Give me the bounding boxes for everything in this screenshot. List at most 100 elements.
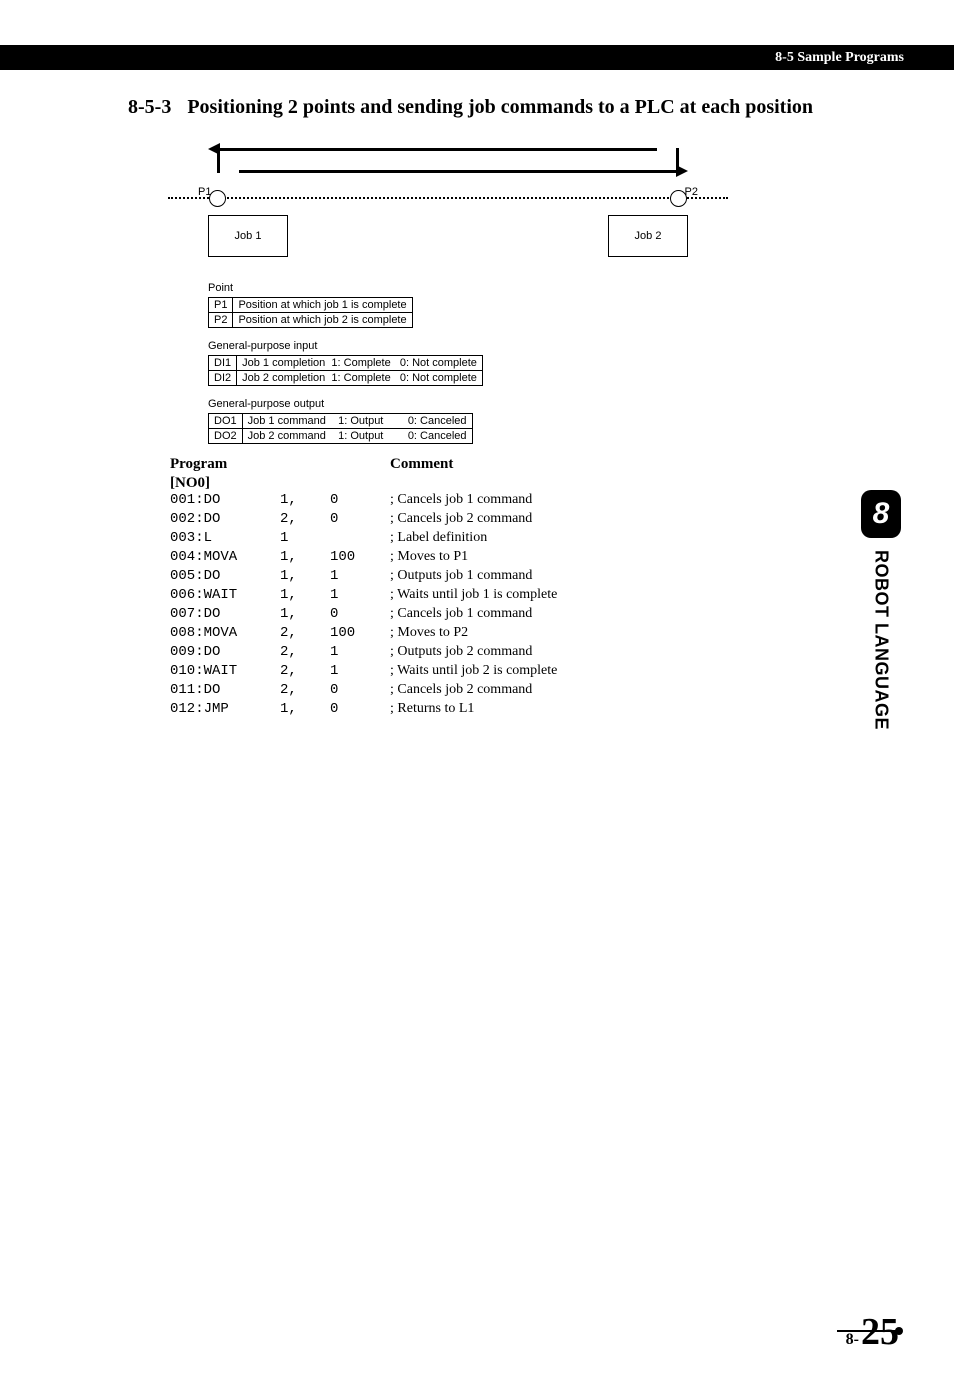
cell: Job 2 command 1: Output 0: Canceled: [242, 429, 472, 444]
section-title: 8-5-3 Positioning 2 points and sending j…: [128, 95, 889, 120]
code-arg2: 0: [330, 492, 390, 508]
code-arg1: 1,: [280, 549, 330, 565]
code-arg2: 1: [330, 663, 390, 679]
code-instr: 011:DO: [170, 682, 280, 698]
code-arg1: 2,: [280, 682, 330, 698]
code-row: 009:DO2,1; Outputs job 2 command: [170, 644, 889, 663]
code-instr: 010:WAIT: [170, 663, 280, 679]
code-arg2: 1: [330, 568, 390, 584]
code-arg1: 2,: [280, 625, 330, 641]
code-arg1: 1,: [280, 587, 330, 603]
code-arg1: 1: [280, 530, 330, 546]
code-row: 007:DO1,0; Cancels job 1 command: [170, 606, 889, 625]
code-arg2: 1: [330, 587, 390, 603]
side-tab: 8 ROBOT LANGUAGE: [860, 490, 902, 730]
content: 8-5-3 Positioning 2 points and sending j…: [0, 70, 954, 720]
code-row: 006:WAIT1,1; Waits until job 1 is comple…: [170, 587, 889, 606]
code-row: 012:JMP1,0; Returns to L1: [170, 701, 889, 720]
code-comment: ; Cancels job 2 command: [390, 682, 532, 698]
code-row: 010:WAIT2,1; Waits until job 2 is comple…: [170, 663, 889, 682]
code-row: 008:MOVA2,100; Moves to P2: [170, 625, 889, 644]
code-arg2: 0: [330, 511, 390, 527]
code-row: 001:DO1,0; Cancels job 1 command: [170, 492, 889, 511]
cell: P2: [209, 313, 233, 328]
code-comment: ; Outputs job 1 command: [390, 568, 532, 584]
code-instr: 005:DO: [170, 568, 280, 584]
cell: DI1: [209, 356, 237, 371]
chapter-number-tab: 8: [861, 490, 901, 538]
code-row: 005:DO1,1; Outputs job 1 command: [170, 568, 889, 587]
code-arg1: 2,: [280, 644, 330, 660]
code-listing: 001:DO1,0; Cancels job 1 command002:DO2,…: [170, 492, 889, 720]
cell: Job 1 command 1: Output 0: Canceled: [242, 414, 472, 429]
cell: Position at which job 1 is complete: [233, 298, 412, 313]
input-title: General-purpose input: [208, 340, 889, 352]
code-arg1: 2,: [280, 663, 330, 679]
program-header: Program: [170, 456, 390, 473]
program-label: [NO0]: [170, 475, 889, 492]
section-number: 8-5-3: [128, 95, 171, 119]
code-comment: ; Returns to L1: [390, 701, 474, 717]
cell: Position at which job 2 is complete: [233, 313, 412, 328]
code-instr: 006:WAIT: [170, 587, 280, 603]
comment-header: Comment: [390, 456, 453, 473]
chapter-title-tab: ROBOT LANGUAGE: [871, 550, 892, 730]
point-title: Point: [208, 282, 889, 294]
code-comment: ; Cancels job 1 command: [390, 492, 532, 508]
diagram: P1 P2 Job 1 Job 2: [208, 148, 688, 257]
code-arg2: 0: [330, 682, 390, 698]
code-arg1: 2,: [280, 511, 330, 527]
output-table: DO1Job 1 command 1: Output 0: Canceled D…: [208, 413, 473, 444]
header-text: 8-5 Sample Programs: [775, 50, 904, 66]
cell: DO1: [209, 414, 243, 429]
cell: Job 2 completion 1: Complete 0: Not comp…: [237, 371, 483, 386]
code-arg2: 100: [330, 549, 390, 565]
code-row: 011:DO2,0; Cancels job 2 command: [170, 682, 889, 701]
page-line-icon: [837, 1330, 902, 1332]
code-row: 002:DO2,0; Cancels job 2 command: [170, 511, 889, 530]
code-arg1: 1,: [280, 568, 330, 584]
header-bar: 8-5 Sample Programs: [0, 45, 954, 70]
page-big: 25: [861, 1310, 899, 1354]
code-instr: 007:DO: [170, 606, 280, 622]
code-comment: ; Waits until job 2 is complete: [390, 663, 557, 679]
code-instr: 008:MOVA: [170, 625, 280, 641]
output-title: General-purpose output: [208, 398, 889, 410]
cell: Job 1 completion 1: Complete 0: Not comp…: [237, 356, 483, 371]
code-comment: ; Moves to P1: [390, 549, 468, 565]
code-instr: 004:MOVA: [170, 549, 280, 565]
code-row: 003:L1 ; Label definition: [170, 530, 889, 549]
code-arg1: 1,: [280, 701, 330, 717]
tables-block: Point P1Position at which job 1 is compl…: [208, 282, 889, 444]
cell: DI2: [209, 371, 237, 386]
cell: DO2: [209, 429, 243, 444]
code-instr: 003:L: [170, 530, 280, 546]
page-number: 8- 25: [846, 1310, 899, 1354]
code-comment: ; Outputs job 2 command: [390, 644, 532, 660]
code-arg1: 1,: [280, 606, 330, 622]
code-row: 004:MOVA1,100; Moves to P1: [170, 549, 889, 568]
p1-point-icon: [209, 190, 226, 207]
section-heading: Positioning 2 points and sending job com…: [187, 95, 813, 120]
code-instr: 009:DO: [170, 644, 280, 660]
page-prefix: 8-: [846, 1331, 859, 1349]
code-instr: 001:DO: [170, 492, 280, 508]
program-block: Program Comment [NO0] 001:DO1,0; Cancels…: [170, 456, 889, 720]
job2-box: Job 2: [608, 215, 688, 257]
code-instr: 012:JMP: [170, 701, 280, 717]
point-table: P1Position at which job 1 is complete P2…: [208, 297, 413, 328]
code-comment: ; Cancels job 2 command: [390, 511, 532, 527]
job1-box: Job 1: [208, 215, 288, 257]
input-table: DI1Job 1 completion 1: Complete 0: Not c…: [208, 355, 483, 386]
code-comment: ; Cancels job 1 command: [390, 606, 532, 622]
code-arg2: 0: [330, 701, 390, 717]
code-comment: ; Moves to P2: [390, 625, 468, 641]
code-arg2: 0: [330, 606, 390, 622]
p2-point-icon: [670, 190, 687, 207]
cell: P1: [209, 298, 233, 313]
code-arg2: 100: [330, 625, 390, 641]
code-instr: 002:DO: [170, 511, 280, 527]
code-comment: ; Label definition: [390, 530, 487, 546]
code-arg2: 1: [330, 644, 390, 660]
code-comment: ; Waits until job 1 is complete: [390, 587, 557, 603]
